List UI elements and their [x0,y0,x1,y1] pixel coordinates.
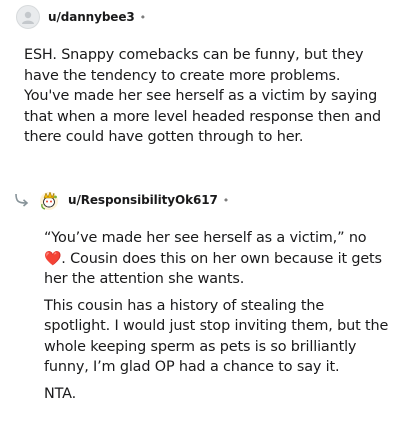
default-user-avatar-icon[interactable] [16,5,40,29]
snoo-avatar-icon[interactable] [38,189,60,211]
username[interactable]: u/ResponsibilityOk617 [68,193,218,207]
quote-tail: . Cousin does this on her own because it… [44,250,382,288]
comment-body: “You’ve made her see herself as a victim… [44,228,389,410]
comment-paragraph: This cousin has a history of stealing th… [44,297,389,376]
comment-paragraph: ESH. Snappy comebacks can be funny, but … [24,47,382,145]
username[interactable]: u/dannybee3 [48,10,135,24]
heart-emoji: ❤️ [44,250,62,267]
comment-header: u/ResponsibilityOk617 • [14,187,229,213]
comment-header: u/dannybee3 • [16,4,146,30]
comment-paragraph: “You’ve made her see herself as a victim… [44,228,389,290]
quote-text: “You’ve made her see herself as a victim… [44,230,367,246]
comment-body: ESH. Snappy comebacks can be funny, but … [24,45,386,154]
reply-arrow-icon [15,193,29,207]
separator-dot: • [139,10,147,24]
comment-paragraph: NTA. [44,385,77,402]
separator-dot: • [222,193,230,207]
